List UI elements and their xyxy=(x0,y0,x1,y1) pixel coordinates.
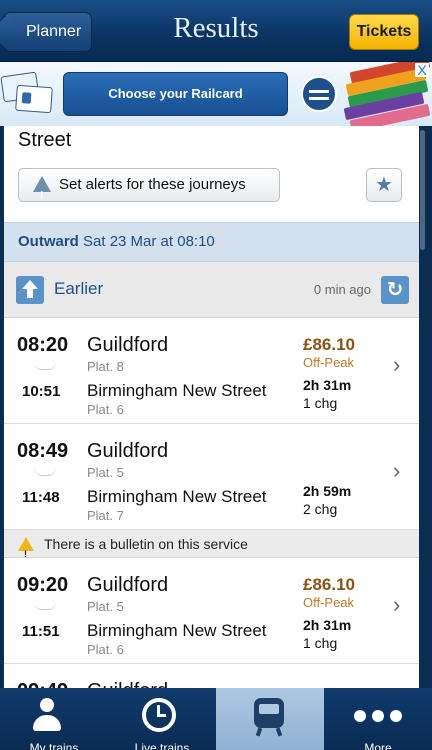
origin-station: Guildford xyxy=(87,440,169,462)
planner-back-button[interactable]: Planner xyxy=(3,12,92,52)
refresh-icon[interactable]: ↻ xyxy=(381,276,409,304)
destination-platform: Plat. 6 xyxy=(87,402,124,417)
origin-station: Guildford xyxy=(87,574,169,596)
train-icon xyxy=(254,698,284,737)
railcard-card-icon xyxy=(15,84,53,114)
railcard-illustration xyxy=(0,70,56,118)
departure-time: 09:49 xyxy=(17,680,68,688)
origin-platform: Plat. 5 xyxy=(87,599,124,614)
planner-back-label: Planner xyxy=(26,23,82,40)
tickets-button[interactable]: Tickets xyxy=(349,14,419,50)
choose-railcard-button[interactable]: Choose your Railcard xyxy=(63,72,288,116)
origin-platform: Plat. 8 xyxy=(87,359,124,374)
service-bulletin[interactable]: There is a bulletin on this service xyxy=(4,530,419,568)
journey-row[interactable]: 08:49 11:48 Guildford Plat. 5 Birmingham… xyxy=(4,424,419,530)
tab-my-trains[interactable]: My trains xyxy=(0,688,108,750)
train-leg xyxy=(255,727,263,737)
earlier-bar: Earlier 0 min ago ↻ xyxy=(4,262,419,318)
fare-price: £86.10 xyxy=(303,575,355,594)
tab-live-trains[interactable]: Live trains xyxy=(108,688,216,750)
train-leg xyxy=(275,727,283,737)
tab-label: My trains xyxy=(29,741,79,750)
journey-changes: 1 chg xyxy=(303,395,338,411)
page-title: Results xyxy=(173,12,259,44)
fare-type: Off-Peak xyxy=(303,595,355,610)
outward-date-bar: Outward Sat 23 Mar at 08:10 xyxy=(4,222,419,262)
scrollbar[interactable] xyxy=(420,130,425,250)
railcard-ad-banner[interactable]: Choose your Railcard X xyxy=(0,62,432,126)
departure-time: 09:20 xyxy=(17,574,69,596)
favourite-star-button[interactable]: ★ xyxy=(366,168,402,202)
more-icon xyxy=(354,710,402,722)
journey-connector xyxy=(34,362,56,370)
clock-icon xyxy=(142,698,176,732)
train-window xyxy=(259,704,279,714)
journey-row[interactable]: 09:49 Guildford xyxy=(4,664,419,688)
origin-station: Guildford xyxy=(87,680,168,688)
journey-duration: 2h 31m xyxy=(303,617,352,633)
national-rail-logo-icon xyxy=(301,76,337,112)
departure-time: 08:49 xyxy=(17,440,69,462)
destination-station: Birmingham New Street xyxy=(87,487,267,506)
outward-datetime: Sat 23 Mar at 08:10 xyxy=(83,233,215,250)
results-header: Street Set alerts for these journeys ★ xyxy=(4,126,419,222)
journey-connector xyxy=(34,602,56,610)
arrival-time: 11:51 xyxy=(22,623,60,640)
ad-close-icon[interactable]: X xyxy=(415,63,429,77)
destination-station: Birmingham New Street xyxy=(87,381,267,400)
arrival-time: 11:48 xyxy=(22,489,60,506)
tab-more[interactable]: More xyxy=(324,688,432,750)
outward-label: Outward xyxy=(18,233,79,250)
tab-label: Live trains xyxy=(134,741,190,750)
destination-station: Birmingham New Street xyxy=(87,621,267,640)
results-list[interactable]: Street Set alerts for these journeys ★ O… xyxy=(4,126,419,688)
tab-label: More xyxy=(364,741,392,750)
origin-station: Guildford xyxy=(87,334,169,356)
chevron-right-icon: › xyxy=(393,352,401,377)
journey-duration: 2h 59m xyxy=(303,483,352,499)
origin-platform: Plat. 5 xyxy=(87,465,124,480)
departure-time: 08:20 xyxy=(17,334,69,356)
journey-row[interactable]: 08:20 10:51 Guildford Plat. 8 Birmingham… xyxy=(4,318,419,424)
alert-warning-icon xyxy=(33,176,51,212)
earlier-arrow-icon[interactable] xyxy=(16,276,44,304)
journey-row[interactable]: 09:20 11:51 Guildford Plat. 5 Birmingham… xyxy=(4,558,419,664)
last-updated-text: 0 min ago xyxy=(313,282,371,297)
journey-changes: 2 chg xyxy=(303,501,338,517)
fare-price: £86.10 xyxy=(303,335,355,354)
fare-type: Off-Peak xyxy=(303,355,355,370)
set-alerts-button[interactable]: Set alerts for these journeys xyxy=(18,168,280,212)
destination-name-tail: Street xyxy=(18,129,72,151)
bottom-tab-bar: My trains Live trains More xyxy=(0,688,432,750)
chevron-right-icon: › xyxy=(393,592,401,617)
tab-journey-planner[interactable] xyxy=(216,688,324,750)
bulletin-warning-icon xyxy=(18,537,34,568)
arrival-time: 10:51 xyxy=(22,383,61,400)
top-navigation-bar: Planner Results Tickets xyxy=(0,0,432,62)
journey-duration: 2h 31m xyxy=(303,377,352,393)
journey-connector xyxy=(34,468,56,476)
chevron-right-icon: › xyxy=(393,458,401,483)
set-alerts-label: Set alerts for these journeys xyxy=(59,176,246,193)
journey-changes: 1 chg xyxy=(303,635,338,651)
earlier-button[interactable]: Earlier xyxy=(54,279,103,299)
destination-platform: Plat. 6 xyxy=(87,642,124,657)
bulletin-text: There is a bulletin on this service xyxy=(44,536,248,552)
person-icon xyxy=(33,698,61,734)
destination-platform: Plat. 7 xyxy=(87,508,124,523)
